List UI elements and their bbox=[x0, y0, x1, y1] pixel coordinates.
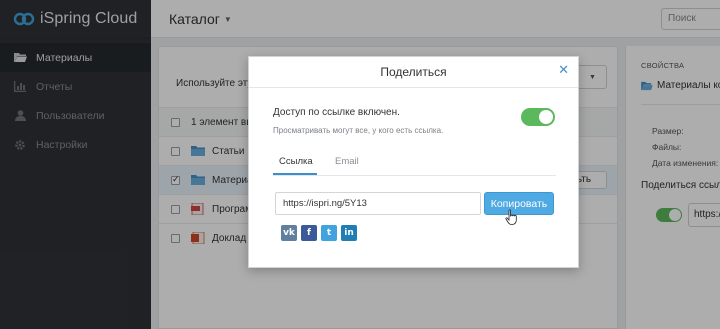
toggle-knob bbox=[539, 110, 553, 124]
vk-icon[interactable]: vk bbox=[281, 225, 297, 241]
link-access-toggle[interactable] bbox=[521, 108, 555, 126]
dialog-title: Поделиться bbox=[380, 65, 447, 79]
tab-email[interactable]: Email bbox=[335, 156, 359, 167]
tab-link[interactable]: Ссылка bbox=[279, 156, 313, 167]
access-status-text: Доступ по ссылке включен. bbox=[273, 107, 400, 118]
hand-cursor-icon bbox=[505, 209, 517, 225]
close-icon[interactable]: ✕ bbox=[558, 63, 569, 76]
active-tab-indicator bbox=[273, 173, 317, 175]
access-description: Просматривать могут все, у кого есть ссы… bbox=[273, 126, 444, 135]
copy-button[interactable]: Копировать bbox=[484, 192, 554, 215]
share-tabs: Ссылка Email bbox=[273, 154, 556, 176]
dialog-header: Поделиться ✕ bbox=[249, 57, 578, 88]
share-link-input[interactable]: https://ispri.ng/5Y13 bbox=[275, 192, 481, 215]
facebook-icon[interactable]: f bbox=[301, 225, 317, 241]
social-share-buttons: vk f t in bbox=[281, 225, 361, 241]
linkedin-icon[interactable]: in bbox=[341, 225, 357, 241]
share-dialog: Поделиться ✕ Доступ по ссылке включен. П… bbox=[248, 56, 579, 268]
twitter-icon[interactable]: t bbox=[321, 225, 337, 241]
